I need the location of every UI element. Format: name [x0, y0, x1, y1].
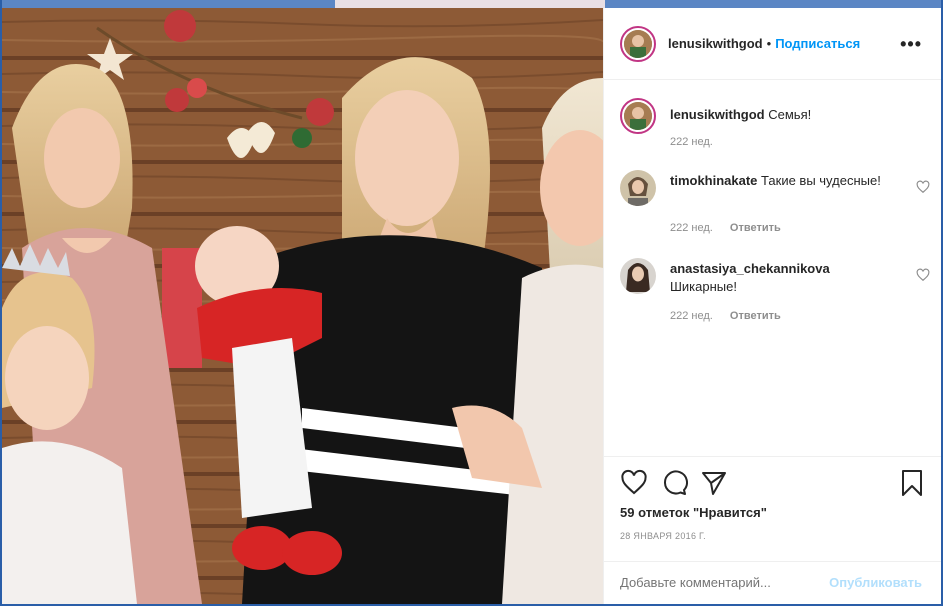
window-frame: [0, 0, 943, 606]
